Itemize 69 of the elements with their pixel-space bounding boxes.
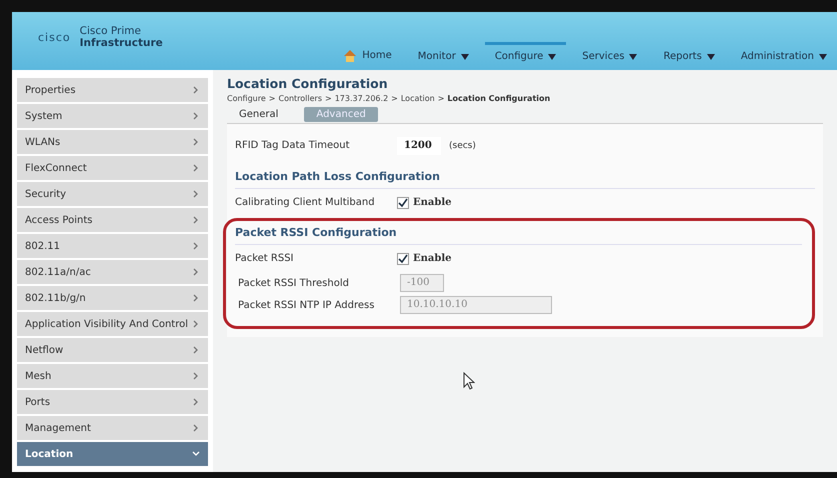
- sidebar-item[interactable]: Netflow: [17, 338, 208, 362]
- unit-label: (secs): [449, 140, 476, 150]
- breadcrumb-separator: >: [391, 94, 398, 103]
- breadcrumb-link[interactable]: Configure: [227, 94, 266, 103]
- chevron-right-icon: [192, 138, 200, 146]
- sidebar-item[interactable]: FlexConnect: [17, 156, 208, 180]
- sidebar-item[interactable]: Access Points: [17, 208, 208, 232]
- chevron-right-icon: [192, 86, 200, 94]
- chevron-right-icon: [192, 112, 200, 120]
- chevron-right-icon: [192, 268, 200, 276]
- page-title: Location Configuration: [227, 76, 389, 91]
- chevron-right-icon: [192, 346, 200, 354]
- chevron-right-icon: [192, 164, 200, 172]
- field-label: RFID Tag Data Timeout: [235, 140, 351, 151]
- field-label: Packet RSSI NTP IP Address: [238, 300, 376, 310]
- chevron-right-icon: [192, 216, 200, 224]
- sidebar-item[interactable]: System: [17, 104, 208, 128]
- chevron-right-icon: [192, 242, 200, 250]
- breadcrumb-separator: >: [325, 94, 332, 103]
- caret-icon: [460, 54, 469, 60]
- nav-menu-item[interactable]: Home: [333, 40, 402, 68]
- breadcrumb-separator: >: [268, 94, 276, 103]
- checkbox-label: Enable: [413, 253, 452, 264]
- sidebar-item[interactable]: 802.11: [17, 234, 208, 258]
- chevron-right-icon: [192, 424, 200, 432]
- checkbox[interactable]: [397, 252, 409, 264]
- section-heading: Location Path Loss Configuration: [235, 165, 815, 189]
- section-heading: Packet RSSI Configuration: [235, 221, 802, 245]
- cisco-logo-text: cisco: [38, 30, 71, 44]
- sidebar-item[interactable]: WLANs: [17, 130, 208, 154]
- mouse-cursor-icon: [463, 372, 475, 390]
- chevron-right-icon: [192, 190, 200, 198]
- checkbox-label: Enable: [413, 197, 452, 208]
- sidebar-item[interactable]: Location: [17, 442, 208, 466]
- breadcrumb-link[interactable]: Controllers: [278, 94, 322, 103]
- chevron-right-icon: [192, 294, 200, 302]
- breadcrumb-link[interactable]: Location: [400, 94, 435, 103]
- sidebar-item[interactable]: Application Visibility And Control: [17, 312, 208, 336]
- field-label: Packet RSSI Threshold: [238, 278, 350, 288]
- breadcrumb-separator: >: [438, 94, 444, 103]
- product-name: Infrastructure: [80, 37, 163, 49]
- field-label: Packet RSSI: [235, 253, 294, 264]
- chevron-right-icon: [192, 320, 200, 328]
- caret-icon: [706, 54, 715, 60]
- field-label: Calibrating Client Multiband: [235, 197, 376, 208]
- home-icon: [343, 49, 358, 62]
- sidebar-item[interactable]: Properties: [17, 78, 208, 102]
- sidebar-item[interactable]: 802.11b/g/n: [17, 286, 208, 310]
- caret-icon: [548, 54, 556, 60]
- sidebar-item[interactable]: Ports: [17, 390, 208, 414]
- nav-menu-item[interactable]: Monitor: [408, 42, 479, 68]
- tab[interactable]: General: [227, 107, 290, 122]
- checkbox[interactable]: [397, 196, 409, 208]
- breadcrumb-link[interactable]: Location Configuration: [447, 94, 550, 103]
- sidebar-item[interactable]: Management: [17, 416, 208, 440]
- caret-icon: [819, 54, 827, 60]
- nav-menu-item[interactable]: Reports: [653, 42, 725, 68]
- sidebar-item[interactable]: Security: [17, 182, 208, 206]
- product-name: Cisco Prime: [80, 25, 142, 37]
- chevron-right-icon: [192, 398, 200, 406]
- caret-icon: [629, 54, 638, 60]
- nav-menu-item[interactable]: Administration: [730, 42, 837, 68]
- sidebar-item[interactable]: 802.11a/n/ac: [17, 260, 208, 284]
- nav-menu-item[interactable]: Services: [572, 42, 648, 68]
- chevron-right-icon: [192, 372, 200, 380]
- sidebar-item[interactable]: Mesh: [17, 364, 208, 388]
- input-field[interactable]: 1200: [397, 136, 441, 154]
- breadcrumb-link[interactable]: 173.37.206.2: [334, 94, 388, 103]
- chevron-down-icon: [192, 450, 200, 458]
